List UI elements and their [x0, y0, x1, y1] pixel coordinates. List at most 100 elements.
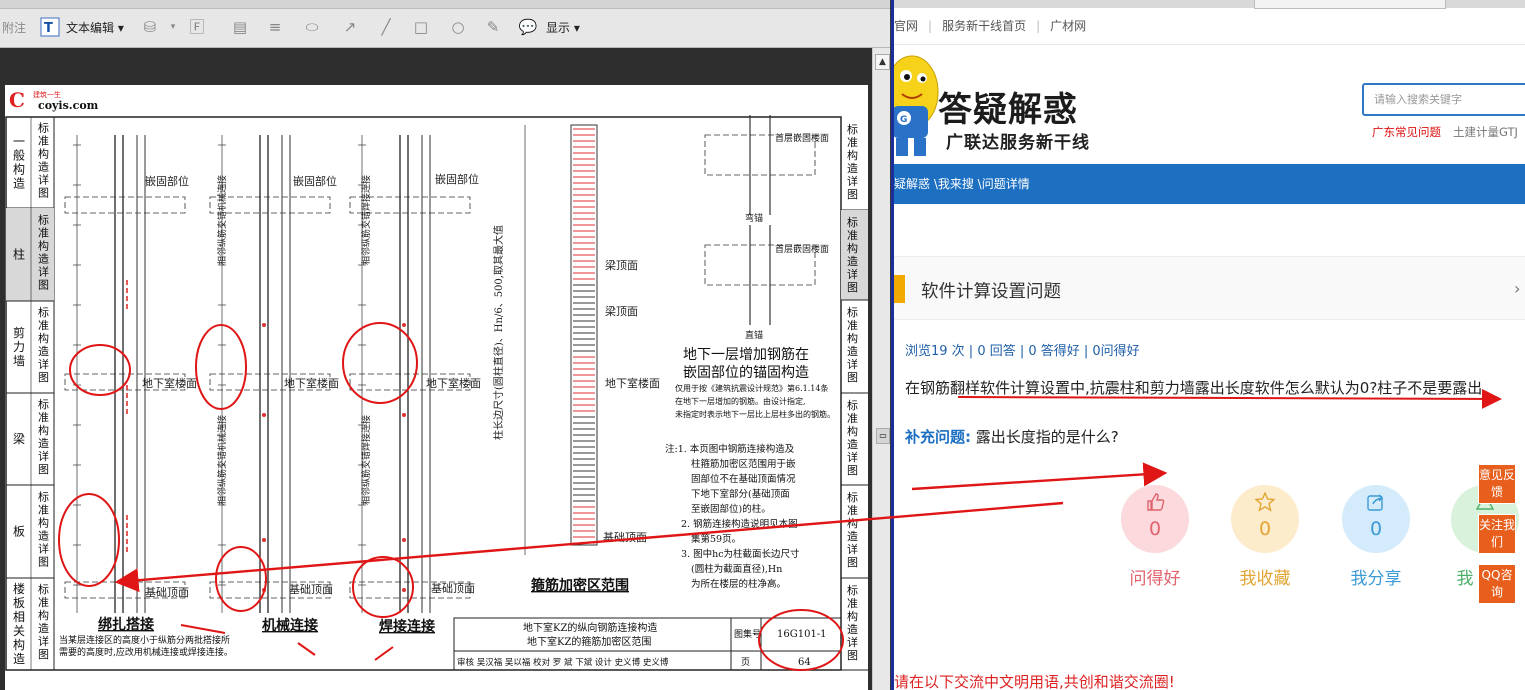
left-index-sub-char: 图: [38, 187, 49, 200]
site-subtitle: 广联达服务新干线: [946, 133, 1090, 153]
like-question-button[interactable]: 0: [1121, 485, 1189, 553]
left-index-label-char: 剪: [13, 325, 25, 340]
textbox-icon[interactable]: 🄵: [187, 17, 207, 37]
browser-tab[interactable]: [1254, 0, 1446, 9]
page-number: 64: [798, 657, 811, 668]
list-icon[interactable]: ≡: [265, 17, 285, 37]
scroll-up-arrow-icon[interactable]: ▲: [875, 54, 890, 70]
splice-point-mark: [262, 323, 266, 327]
ellipse-tool-icon[interactable]: ○: [448, 17, 468, 37]
text-edit-icon[interactable]: T: [40, 17, 60, 37]
chevron-down-icon[interactable]: ▾: [163, 17, 183, 37]
right-index-char: 详: [847, 357, 858, 371]
left-index-sub-char: 详: [38, 634, 49, 648]
hot-link-guangdong[interactable]: 广东常见问题: [1372, 125, 1441, 139]
title-block: 地下室KZ的纵向钢筋连接构造 地下室KZ的箍筋加密区范围 图集号 16G101-…: [453, 617, 842, 671]
left-index-sub-char: 造: [38, 344, 49, 358]
favorite-label: 我收藏: [1239, 569, 1291, 589]
follow-float-button[interactable]: 关注我们: [1478, 514, 1516, 554]
left-index-label-char: 板: [13, 525, 25, 539]
left-index-label-char: 构: [13, 162, 25, 177]
top-link-home[interactable]: 服务新干线首页: [942, 19, 1026, 33]
left-index-sub-char: 构: [38, 331, 49, 345]
left-index-sub-char: 准: [38, 504, 49, 517]
left-index-sub-char: 造: [38, 621, 49, 635]
left-index-sub-char: 详: [38, 542, 49, 556]
label-beam-top-2: 梁顶面: [605, 304, 638, 318]
star-icon: [1231, 491, 1299, 517]
left-index-sub-char: 详: [38, 357, 49, 371]
text-edit-menu[interactable]: 文本编辑 ▾: [66, 18, 124, 38]
label-mech-note: 相邻纵筋交错机械连接: [216, 175, 228, 265]
top-link-material[interactable]: 广材网: [1050, 19, 1086, 33]
label-top-embed-2: 首层嵌固楼面: [775, 243, 829, 255]
label-embed-1: 嵌固部位: [145, 174, 189, 188]
left-index-label-char: 楼: [13, 581, 25, 596]
top-link-official[interactable]: 官网: [894, 19, 918, 33]
slab-band: [209, 196, 331, 214]
label-weld-note: 相邻纵筋交错焊接连接: [360, 175, 372, 265]
text-edit-label: 文本编辑: [66, 21, 115, 35]
right-index-char: 图: [847, 464, 858, 477]
hot-link-gtj[interactable]: 土建计量GTJ: [1453, 125, 1518, 139]
share-count: 0: [1369, 518, 1383, 540]
label-basement-floor-3: 地下室楼面: [426, 376, 481, 390]
note-icon[interactable]: ▤: [230, 17, 250, 37]
toolbar-top-strip: [0, 0, 890, 9]
top-links: 官网 | 服务新干线首页 | 广材网: [894, 19, 1087, 33]
pdf-viewer-window: 附注 T 文本编辑 ▾ ⛁ ▾ 🄵 ▤ ≡ ⬭ ↗ ╱ □ ○ ✎ 💬 显示 ▾…: [0, 0, 890, 690]
left-index-sub-char: 图: [38, 648, 49, 661]
breadcrumb-text[interactable]: 疑解惑 \我来搜 \问题详情: [894, 177, 1030, 191]
annotation-circle-5: [215, 546, 267, 612]
left-index-label-char: 造: [13, 652, 25, 666]
arrow-tool-icon[interactable]: ↗: [340, 17, 360, 37]
qq-float-button[interactable]: QQ咨询: [1478, 564, 1516, 604]
left-index-sub-char: 图: [38, 556, 49, 569]
left-index-sub-char: 构: [38, 423, 49, 437]
more-icon[interactable]: ›: [1514, 279, 1520, 298]
mascot-logo-icon: G: [894, 55, 939, 156]
rectangle-tool-icon[interactable]: □: [411, 17, 431, 37]
note-line-6: 2. 钢筋连接构造说明见本图: [681, 518, 798, 530]
label-foundation-top-1: 基础顶面: [145, 586, 189, 599]
left-index-sub-char: 标: [38, 582, 49, 596]
favorite-button[interactable]: 0: [1231, 485, 1299, 553]
right-index-char: 准: [847, 229, 858, 242]
annotation-arrow-3: [374, 646, 394, 661]
scroll-thumb[interactable]: ▭: [876, 428, 890, 444]
display-menu[interactable]: 显示 ▾: [546, 18, 580, 38]
annotation-circle-4: [58, 493, 120, 587]
question-body: 在钢筋翻样软件计算设置中,抗震柱和剪力墙露出长度软件怎么默认为0?柱子不是要露出: [905, 379, 1483, 397]
left-index-sub-char: 准: [38, 227, 49, 240]
comment-icon[interactable]: 💬: [518, 17, 538, 37]
pencil-tool-icon[interactable]: ✎: [483, 17, 503, 37]
hot-links: 广东常见问题 土建计量GTJ: [1372, 124, 1518, 140]
pdf-vertical-scrollbar[interactable]: ▲ ▭: [872, 48, 890, 690]
left-index-sub-char: 准: [38, 411, 49, 424]
label-straight-anchor: 直锚: [745, 329, 763, 341]
label-foundation-top-2: 基础顶面: [289, 583, 333, 596]
stamp-icon[interactable]: ⛁: [140, 17, 160, 37]
search-input[interactable]: [1362, 83, 1525, 116]
cloud-icon[interactable]: ⬭: [302, 17, 322, 37]
left-index-sub-char: 造: [38, 436, 49, 450]
line-tool-icon[interactable]: ╱: [376, 17, 396, 37]
caption-lap-splice: 绑扎搭接: [98, 616, 154, 633]
annotate-tab[interactable]: 附注: [2, 18, 26, 38]
left-index-label-char: 构: [13, 637, 25, 652]
right-index-char: 图: [847, 371, 858, 384]
right-index-char: 准: [847, 319, 858, 332]
pdf-toolbar: 附注 T 文本编辑 ▾ ⛁ ▾ 🄵 ▤ ≡ ⬭ ↗ ╱ □ ○ ✎ 💬 显示 ▾: [0, 0, 890, 48]
share-button[interactable]: 0: [1342, 485, 1410, 553]
title-block-line-1: 地下室KZ的纵向钢筋连接构造: [523, 621, 657, 634]
right-index-char: 详: [847, 542, 858, 556]
label-basement-floor-1: 地下室楼面: [142, 376, 197, 390]
label-mech-note-2: 相邻纵筋交错机械连接: [216, 415, 228, 505]
label-basement-floor-2: 地下室楼面: [284, 376, 339, 390]
left-index-sub-char: 构: [38, 239, 49, 253]
feedback-float-button[interactable]: 意见反馈: [1478, 464, 1516, 504]
question-accent-bar: [894, 275, 905, 303]
structural-drawing: C 建筑一生 coyis.com 一般构造标准构造详图柱标准构造详图剪力墙标准构…: [5, 88, 868, 671]
slab-band: [64, 196, 186, 214]
anchor-title-2: 嵌固部位的锚固构造: [683, 365, 809, 381]
